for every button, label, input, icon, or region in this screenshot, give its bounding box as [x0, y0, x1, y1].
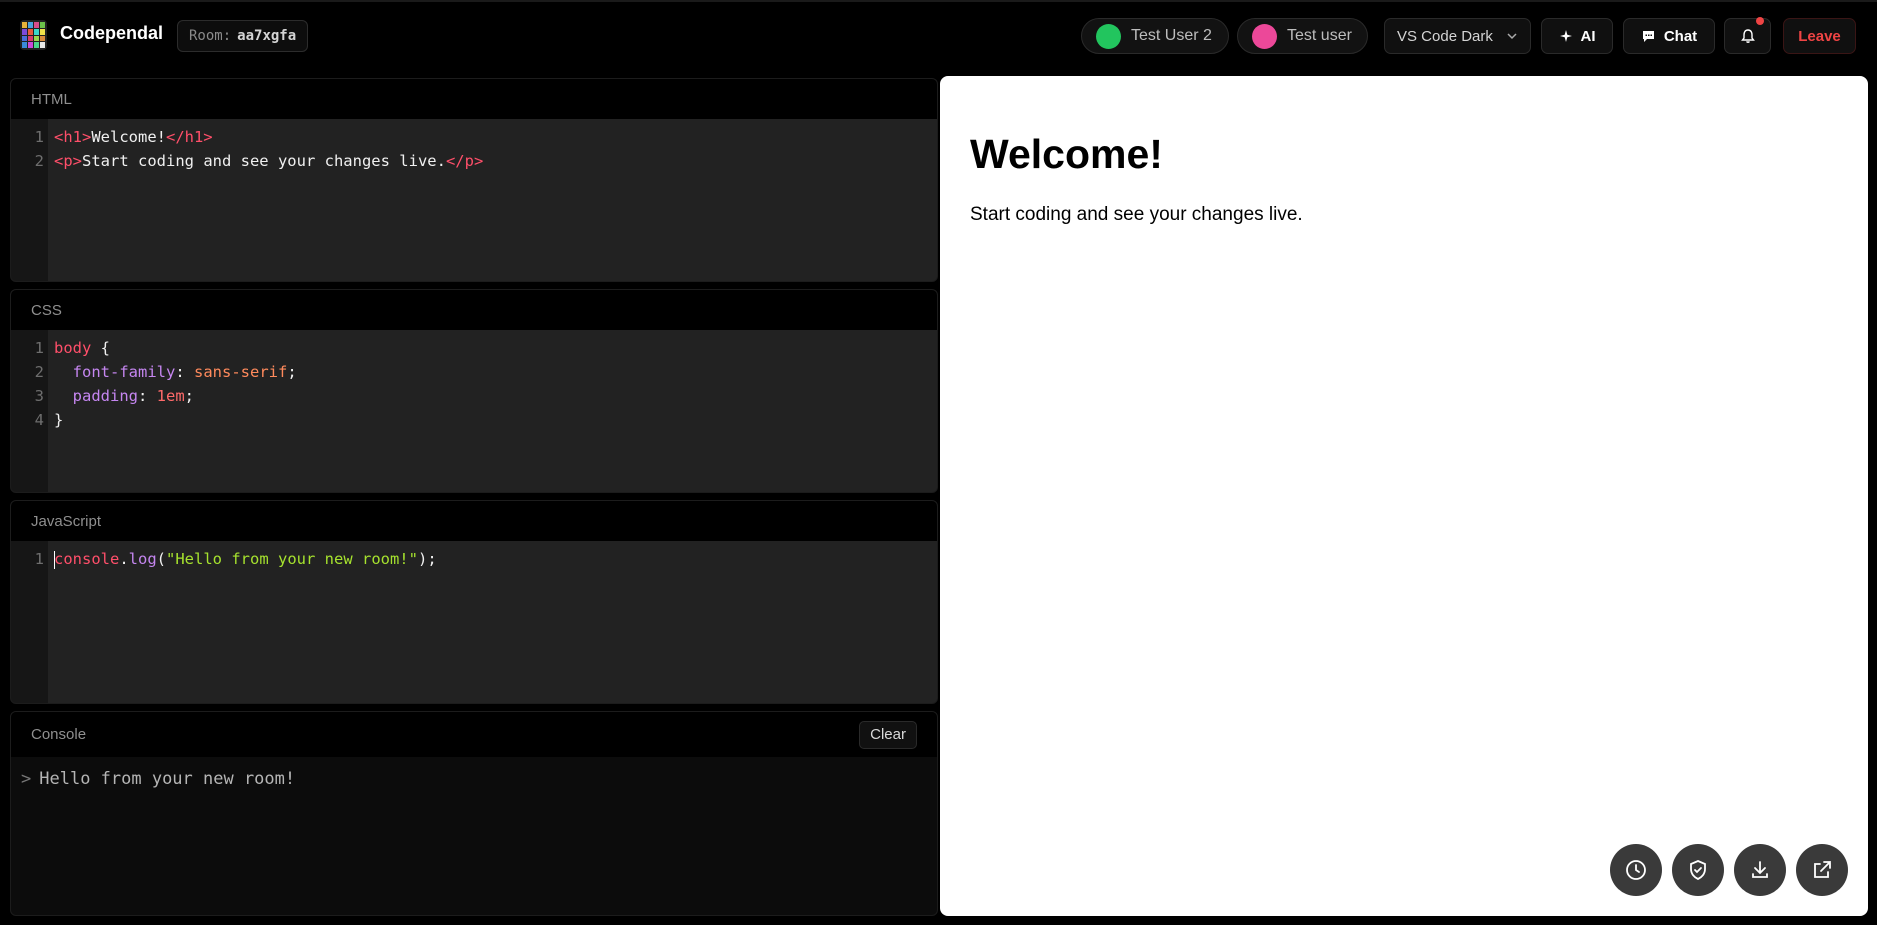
- js-panel-title: JavaScript: [11, 501, 937, 541]
- console-title: Console: [31, 726, 87, 743]
- bell-icon: [1740, 29, 1755, 43]
- shield-check-icon: [1690, 860, 1706, 880]
- leave-button-label: Leave: [1798, 27, 1841, 45]
- console-prompt: >: [21, 769, 32, 789]
- user-name: Test user: [1287, 27, 1352, 44]
- html-code-editor[interactable]: 1 <h1>Welcome!</h1> 2 <p>Start coding and …: [11, 119, 937, 281]
- css-code-editor[interactable]: 1 body { 2 font-family: sans-serif; 3 pad…: [11, 330, 937, 492]
- code-line: 2 <p>Start coding and see your changes li…: [34, 152, 484, 170]
- top-bar: Codependal Room: aa7xgfa Test User 2 Tes…: [0, 0, 1877, 66]
- notification-badge: [1756, 17, 1764, 25]
- user-name: Test User 2: [1131, 27, 1212, 44]
- css-editor-panel: CSS 1 body { 2 font-family: sans-serif; 3…: [10, 289, 938, 493]
- user-pill-test-user[interactable]: Test user: [1237, 18, 1368, 54]
- theme-select[interactable]: VS Code Dark: [1384, 18, 1531, 54]
- external-link-icon: [1814, 861, 1831, 878]
- theme-select-value: VS Code Dark: [1397, 27, 1493, 45]
- chat-button-label: Chat: [1663, 27, 1698, 45]
- html-editor-panel: HTML 1 <h1>Welcome!</h1> 2 <p>Start coding…: [10, 78, 938, 282]
- code-line: 2 font-family: sans-serif;: [34, 363, 297, 381]
- live-preview[interactable]: Welcome! Start coding and see your chang…: [940, 76, 1868, 916]
- preview-heading: Welcome!: [970, 131, 1163, 177]
- app-logo-icon: [20, 20, 47, 50]
- console-header: Console Clear: [11, 712, 937, 757]
- code-line: 3 padding: 1em;: [34, 387, 195, 405]
- open-external-button[interactable]: [1796, 844, 1848, 896]
- code-line: 4}: [34, 411, 64, 429]
- app-name: Codependal: [60, 23, 164, 43]
- leave-button[interactable]: Leave: [1783, 18, 1856, 54]
- chat-button[interactable]: Chat: [1623, 18, 1715, 54]
- room-indicator[interactable]: Room: aa7xgfa: [177, 20, 309, 52]
- download-icon: [1752, 861, 1768, 878]
- clear-console-button[interactable]: Clear: [859, 720, 917, 749]
- code-line: 1 console.log("Hello from your new room!"…: [34, 550, 437, 569]
- console-panel: Console Clear > Hello from your new room!: [10, 711, 938, 916]
- clock-icon: [1626, 860, 1646, 880]
- room-id: aa7xgfa: [237, 28, 297, 44]
- download-button[interactable]: [1734, 844, 1786, 896]
- user-avatar: [1252, 23, 1277, 49]
- html-panel-title: HTML: [11, 79, 937, 119]
- ai-button[interactable]: AI: [1541, 18, 1613, 54]
- css-panel-title: CSS: [11, 290, 937, 330]
- history-button[interactable]: [1610, 844, 1662, 896]
- code-line: 1 <h1>Welcome!</h1>: [34, 128, 213, 146]
- chat-icon: [1642, 30, 1654, 42]
- console-output: > Hello from your new room!: [11, 757, 937, 789]
- notifications-button[interactable]: [1724, 17, 1771, 54]
- ai-button-label: AI: [1580, 27, 1596, 45]
- js-code-editor[interactable]: 1 console.log("Hello from your new room!"…: [11, 541, 937, 703]
- js-editor-panel: JavaScript 1 console.log("Hello from your…: [10, 500, 938, 704]
- chevron-down-icon: [1507, 33, 1517, 40]
- room-label: Room:: [189, 28, 232, 44]
- user-avatar: [1096, 23, 1121, 49]
- code-line: 1 body {: [34, 339, 110, 357]
- security-button[interactable]: [1672, 844, 1724, 896]
- sparkle-icon: [1559, 30, 1572, 42]
- console-message: Hello from your new room!: [39, 769, 296, 789]
- preview-paragraph: Start coding and see your changes live.: [970, 204, 1303, 225]
- user-pill-test-user-2[interactable]: Test User 2: [1081, 18, 1229, 54]
